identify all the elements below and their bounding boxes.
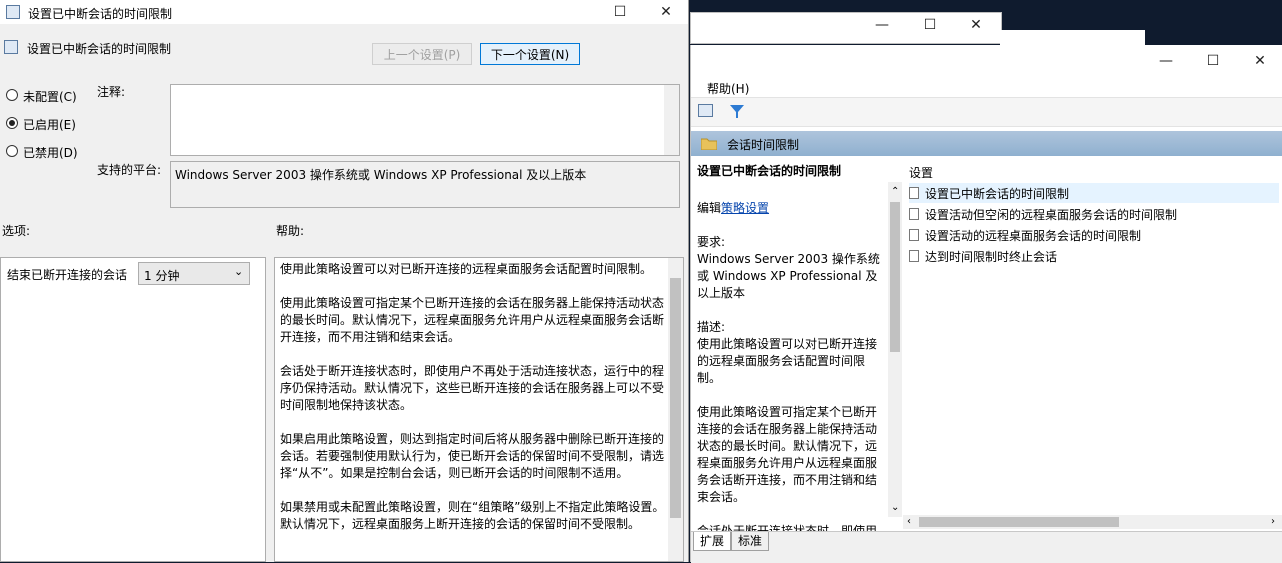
minimize-button[interactable]: —: [1143, 49, 1189, 73]
doc-icon: [909, 208, 919, 220]
console-icon[interactable]: [698, 104, 713, 117]
policy-icon: [6, 5, 20, 19]
dialog-title: 设置已中断会话的时间限制: [28, 7, 173, 21]
close-button[interactable]: ✕: [953, 13, 999, 37]
description-p3: 会话处于断开连接状态时，即使用户不再处于活动连接状态，运行中的程序仍保持活动。: [697, 524, 878, 531]
maximize-button[interactable]: ☐: [597, 0, 643, 24]
policy-editor-window: — ☐ ✕ 帮助(H) 会话时间限制 设置已中断会话的时间限制 编辑策略设置 要…: [690, 45, 1282, 563]
platform-scrollbar[interactable]: [664, 162, 679, 207]
radio-disabled-label[interactable]: 已禁用(D): [23, 144, 78, 161]
comment-field[interactable]: [170, 84, 680, 156]
help-scrollbar[interactable]: [668, 258, 683, 561]
menu-bar: 帮助(H): [691, 73, 1282, 97]
policy-title: 设置已中断会话的时间限制: [697, 164, 842, 178]
help-label: 帮助:: [276, 224, 305, 238]
list-item[interactable]: 设置已中断会话的时间限制: [909, 183, 1279, 203]
list-item[interactable]: 设置活动的远程桌面服务会话的时间限制: [909, 225, 1141, 245]
help-text: 使用此策略设置可以对已断开连接的远程桌面服务会话配置时间限制。 使用此策略设置可…: [280, 261, 666, 550]
time-limit-select[interactable]: 1 分钟 ⌄: [138, 262, 250, 285]
folder-title: 会话时间限制: [727, 138, 800, 152]
requirements-text: Windows Server 2003 操作系统或 Windows XP Pro…: [697, 252, 880, 300]
policy-icon: [4, 40, 18, 54]
platform-label: 支持的平台:: [97, 163, 162, 177]
setting-name: 设置已中断会话的时间限制: [27, 42, 172, 56]
scroll-right-icon[interactable]: ›: [1271, 516, 1275, 527]
menu-help[interactable]: 帮助(H): [707, 80, 749, 97]
view-tabs: 扩展 标准: [691, 531, 1282, 563]
minimize-button[interactable]: —: [859, 13, 905, 37]
comment-label: 注释:: [97, 85, 126, 99]
dialog-titlebar: 设置已中断会话的时间限制 ☐ ✕: [0, 0, 688, 24]
previous-setting-button[interactable]: 上一个设置(P): [372, 43, 472, 65]
toolbar: [691, 97, 1282, 127]
option-disconnect-label: 结束已断开连接的会话: [7, 268, 128, 282]
column-header-settings[interactable]: 设置: [909, 164, 933, 181]
help-paragraph: 使用此策略设置可以对已断开连接的远程桌面服务会话配置时间限制。: [280, 262, 653, 276]
chevron-down-icon: ⌄: [234, 265, 244, 278]
scroll-left-icon[interactable]: ‹: [907, 516, 911, 527]
description-label: 描述:: [697, 320, 726, 334]
scrollbar-thumb[interactable]: [890, 202, 900, 352]
radio-enabled[interactable]: [6, 117, 18, 129]
background-window-2: [1000, 30, 1145, 45]
close-button[interactable]: ✕: [643, 0, 689, 24]
filter-icon[interactable]: [729, 104, 745, 119]
scrollbar-thumb[interactable]: [919, 517, 1119, 527]
help-paragraph: 使用此策略设置可指定某个已断开连接的会话在服务器上能保持活动状态的最长时间。默认…: [280, 296, 665, 344]
doc-icon: [909, 187, 919, 199]
scroll-up-icon[interactable]: ⌃: [891, 186, 899, 197]
help-paragraph: 会话处于断开连接状态时，即使用户不再处于活动连接状态，运行中的程序仍保持活动。默…: [280, 364, 665, 412]
description-pane: 设置已中断会话的时间限制 编辑策略设置 要求: Windows Server 2…: [691, 156, 888, 531]
folder-icon: [701, 138, 717, 150]
requirements-label: 要求:: [697, 235, 726, 249]
maximize-button[interactable]: ☐: [907, 13, 953, 37]
doc-icon: [909, 229, 919, 241]
description-p1: 使用此策略设置可以对已断开连接的远程桌面服务会话配置时间限制。: [697, 337, 878, 385]
edit-policy-link[interactable]: 策略设置: [721, 201, 769, 215]
description-scrollbar[interactable]: ⌃ ⌄: [888, 182, 902, 517]
description-p2: 使用此策略设置可指定某个已断开连接的会话在服务器上能保持活动状态的最长时间。默认…: [697, 405, 878, 504]
next-setting-button[interactable]: 下一个设置(N): [480, 43, 580, 65]
help-panel: 使用此策略设置可以对已断开连接的远程桌面服务会话配置时间限制。 使用此策略设置可…: [274, 257, 684, 562]
comment-scrollbar[interactable]: [664, 85, 679, 155]
close-button[interactable]: ✕: [1237, 49, 1282, 73]
time-limit-value: 1 分钟: [144, 269, 180, 283]
edit-prefix: 编辑: [697, 201, 722, 215]
folder-header: 会话时间限制: [691, 131, 1282, 156]
list-item[interactable]: 达到时间限制时终止会话: [909, 246, 1057, 266]
settings-list-pane: 设置 设置已中断会话的时间限制 设置活动但空闲的远程桌面服务会话的时间限制 设置…: [903, 156, 1282, 516]
edit-line: 编辑策略设置: [697, 200, 769, 217]
radio-not-configured-label[interactable]: 未配置(C): [23, 88, 77, 105]
policy-setting-dialog: 设置已中断会话的时间限制 ☐ ✕ 设置已中断会话的时间限制 上一个设置(P) 下…: [0, 0, 689, 562]
tab-standard[interactable]: 标准: [731, 532, 770, 551]
help-paragraph: 如果启用此策略设置，则达到指定时间后将从服务器中删除已断开连接的会话。若要强制使…: [280, 432, 665, 480]
help-paragraph: 如果禁用或未配置此策略设置，则在“组策略”级别上不指定此策略设置。默认情况下，远…: [280, 500, 665, 531]
options-panel: 结束已断开连接的会话 1 分钟 ⌄: [0, 257, 266, 562]
list-item[interactable]: 设置活动但空闲的远程桌面服务会话的时间限制: [909, 204, 1177, 224]
options-label: 选项:: [2, 224, 31, 238]
radio-disabled[interactable]: [6, 145, 18, 157]
doc-icon: [909, 250, 919, 262]
platform-field: Windows Server 2003 操作系统或 Windows XP Pro…: [170, 161, 680, 208]
maximize-button[interactable]: ☐: [1190, 49, 1236, 73]
radio-enabled-label[interactable]: 已启用(E): [23, 116, 76, 133]
platform-value: Windows Server 2003 操作系统或 Windows XP Pro…: [175, 168, 587, 182]
scrollbar-thumb[interactable]: [670, 278, 681, 518]
radio-not-configured[interactable]: [6, 89, 18, 101]
scroll-down-icon[interactable]: ⌄: [891, 502, 899, 513]
background-window: — ☐ ✕: [690, 12, 1002, 44]
tab-extended[interactable]: 扩展: [693, 532, 732, 551]
settings-horizontal-scrollbar[interactable]: ‹ ›: [903, 515, 1282, 529]
